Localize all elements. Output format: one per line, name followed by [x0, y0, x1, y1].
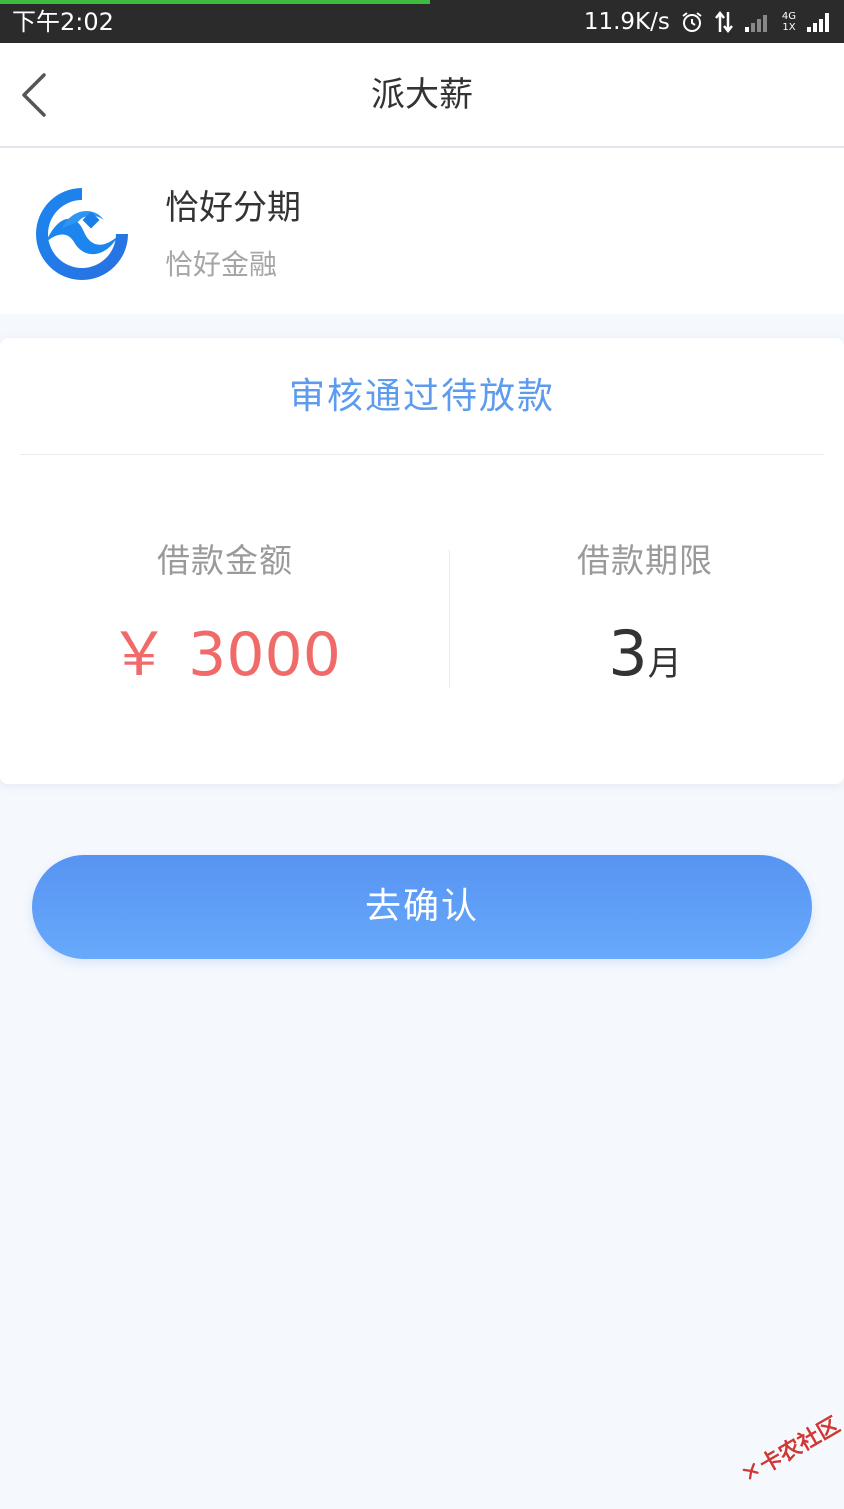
divider	[20, 454, 824, 455]
network-speed: 11.9K/s	[583, 9, 670, 35]
page-load-progress	[0, 0, 430, 4]
confirm-button[interactable]: 去确认	[32, 855, 812, 959]
loan-status-card: 审核通过待放款 借款金额 ￥ 3000 借款期限 3月	[0, 338, 844, 784]
network-type-label: 4G 1X	[781, 11, 796, 33]
signal-weak-icon	[744, 11, 772, 33]
loan-amount-value: ￥ 3000	[109, 620, 341, 690]
product-card: 恰好分期 恰好金融	[0, 148, 844, 314]
status-time: 下午2:02	[12, 8, 114, 36]
loan-term-label: 借款期限	[577, 541, 713, 580]
product-name: 恰好分期	[165, 188, 301, 228]
signal-strong-icon	[806, 11, 834, 33]
status-right-group: 11.9K/s 4G 1X	[584, 6, 834, 38]
product-company: 恰好金融	[165, 248, 278, 281]
data-transfer-icon	[714, 10, 734, 34]
status-bar: 下午2:02 11.9K/s 4G 1X	[0, 0, 844, 43]
qiahao-logo-icon	[32, 184, 132, 284]
loan-term-number: 3	[608, 617, 648, 690]
loan-amount-label: 借款金额	[157, 541, 293, 580]
loan-status-text: 审核通过待放款	[288, 376, 555, 417]
nav-bar: 派大薪	[0, 43, 844, 148]
watermark: 卡农社区	[725, 1387, 844, 1509]
loan-term-unit: 月	[647, 644, 682, 684]
alarm-icon	[680, 10, 704, 34]
loan-term-column: 借款期限 3月	[435, 538, 844, 706]
loan-term-value: 3月	[435, 618, 844, 706]
watermark-text: 卡农社区	[755, 1412, 844, 1479]
loan-amount-column: 借款金额 ￥ 3000	[15, 538, 435, 690]
page-title: 派大薪	[371, 75, 473, 115]
